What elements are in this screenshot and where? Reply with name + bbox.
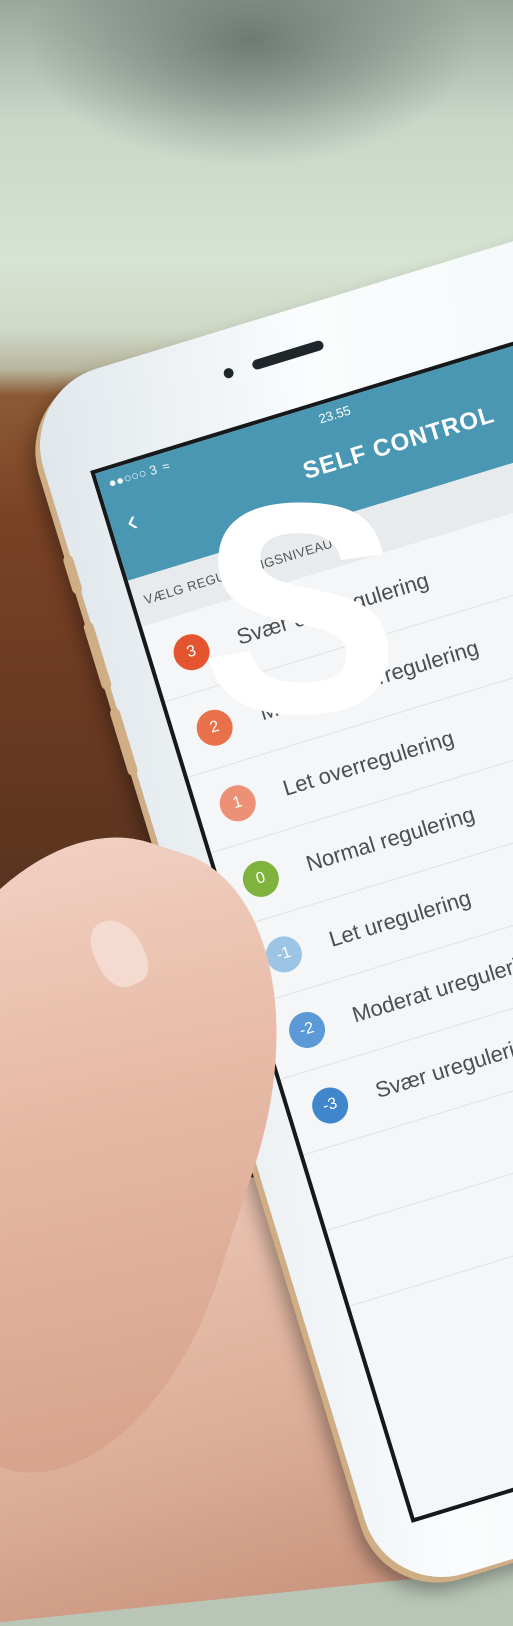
overlay-letter: S bbox=[200, 440, 401, 776]
level-badge: 1 bbox=[215, 780, 261, 826]
level-badge-value: -2 bbox=[297, 1019, 317, 1040]
level-badge-value: -3 bbox=[320, 1094, 340, 1116]
status-time: 23.55 bbox=[316, 402, 353, 427]
back-chevron-icon[interactable]: ‹ bbox=[122, 504, 141, 538]
level-badge-value: -1 bbox=[274, 943, 294, 965]
level-badge-value: 1 bbox=[230, 793, 245, 813]
status-bar: ●●○○○ 3 ≈ bbox=[106, 458, 171, 491]
level-badge: -3 bbox=[307, 1083, 353, 1128]
level-badge-value: 3 bbox=[184, 642, 199, 662]
level-badge: -2 bbox=[284, 1007, 330, 1053]
wifi-icon: ≈ bbox=[160, 457, 172, 475]
list-item-label: Let uregulering bbox=[326, 885, 474, 952]
level-badge: 0 bbox=[238, 856, 284, 902]
signal-carrier: ●●○○○ 3 bbox=[106, 461, 159, 491]
level-badge-value: 0 bbox=[253, 868, 268, 888]
